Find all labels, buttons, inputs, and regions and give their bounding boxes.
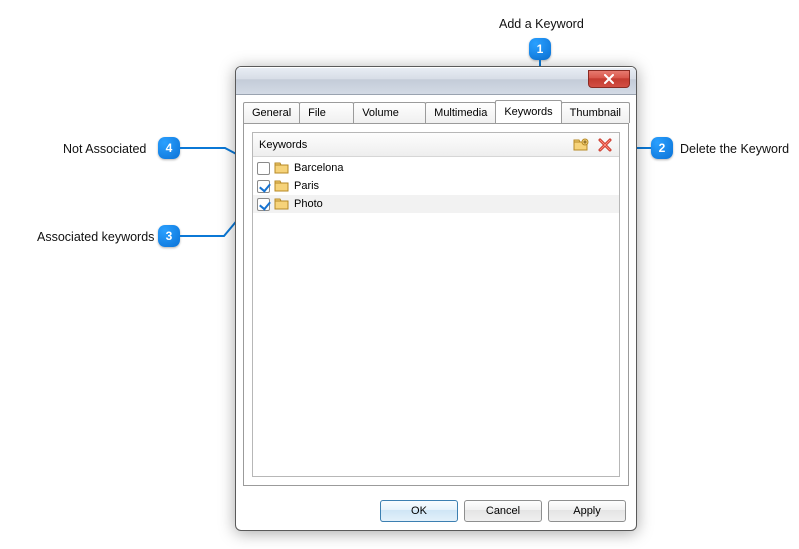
tab-multimedia[interactable]: Multimedia	[425, 102, 496, 123]
apply-button[interactable]: Apply	[548, 500, 626, 522]
cancel-button[interactable]: Cancel	[464, 500, 542, 522]
callout-2: 2	[651, 137, 673, 159]
keyword-checkbox-photo[interactable]	[257, 198, 270, 211]
folder-icon	[274, 197, 290, 211]
tab-keywords[interactable]: Keywords	[495, 100, 561, 123]
tab-volume-info[interactable]: Volume Info	[353, 102, 426, 123]
keywords-panel-title: Keywords	[259, 139, 568, 151]
delete-x-icon	[598, 138, 612, 152]
keyword-label: Photo	[294, 198, 323, 210]
keywords-panel: Keywords	[252, 132, 620, 477]
keyword-label: Barcelona	[294, 162, 344, 174]
properties-dialog: General File Info Volume Info Multimedia…	[235, 66, 637, 531]
add-folder-icon	[573, 138, 589, 152]
folder-icon	[274, 161, 290, 175]
titlebar[interactable]	[236, 67, 636, 95]
tab-strip: General File Info Volume Info Multimedia…	[243, 101, 629, 123]
callout-3: 3	[158, 225, 180, 247]
annot-not-associated-label: Not Associated	[63, 142, 146, 156]
dialog-button-row: OK Cancel Apply	[380, 500, 626, 522]
delete-keyword-button[interactable]	[594, 135, 616, 155]
keyword-row[interactable]: Paris	[253, 177, 619, 195]
tab-panel-keywords: Keywords	[243, 123, 629, 486]
add-keyword-button[interactable]	[570, 135, 592, 155]
close-icon	[604, 74, 614, 84]
keyword-checkbox-barcelona[interactable]	[257, 162, 270, 175]
annot-delete-keyword-label: Delete the Keyword	[680, 142, 789, 156]
tab-thumbnail[interactable]: Thumbnail	[561, 102, 630, 123]
keyword-label: Paris	[294, 180, 319, 192]
callout-4: 4	[158, 137, 180, 159]
keyword-checkbox-paris[interactable]	[257, 180, 270, 193]
ok-button[interactable]: OK	[380, 500, 458, 522]
tab-file-info[interactable]: File Info	[299, 102, 354, 123]
annot-associated-label: Associated keywords	[37, 230, 154, 244]
keywords-panel-header: Keywords	[253, 133, 619, 157]
keyword-row[interactable]: Photo	[253, 195, 619, 213]
folder-icon	[274, 179, 290, 193]
close-button[interactable]	[588, 70, 630, 88]
keyword-row[interactable]: Barcelona	[253, 159, 619, 177]
keywords-list[interactable]: Barcelona Paris Photo	[253, 157, 619, 476]
annot-add-keyword-label: Add a Keyword	[499, 17, 584, 31]
tab-general[interactable]: General	[243, 102, 300, 123]
callout-1: 1	[529, 38, 551, 60]
